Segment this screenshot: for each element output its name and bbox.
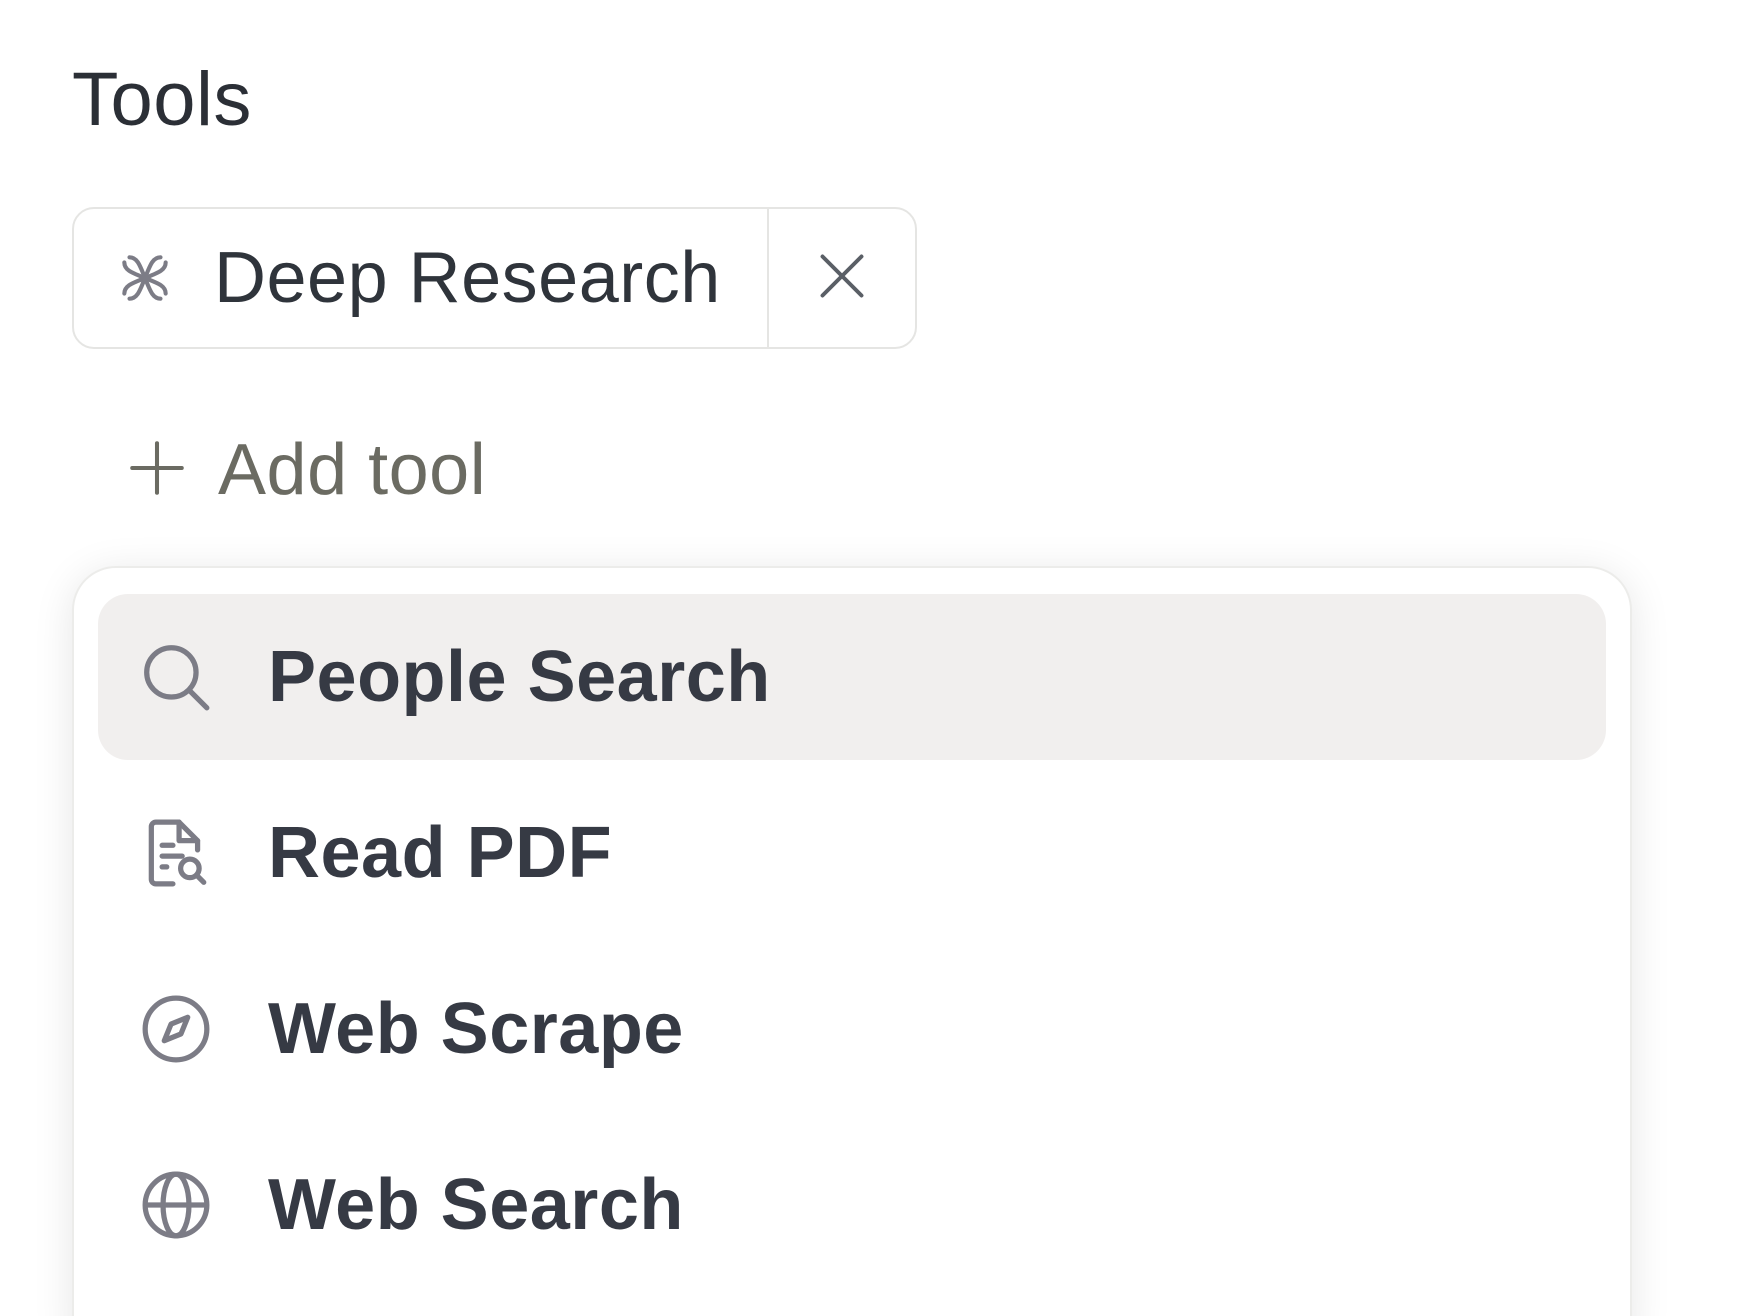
selected-tool-body[interactable]: Deep Research (74, 209, 767, 347)
menu-item-people-search[interactable]: People Search (98, 594, 1606, 760)
add-tool-button[interactable]: Add tool (130, 420, 486, 520)
compass-icon (136, 989, 216, 1069)
menu-item-web-scrape[interactable]: Web Scrape (98, 946, 1606, 1112)
selected-tool-label: Deep Research (214, 238, 721, 318)
search-icon (136, 637, 216, 717)
menu-item-label: Read PDF (268, 813, 613, 893)
selected-tool-chip: Deep Research (72, 207, 917, 349)
remove-tool-button[interactable] (767, 209, 915, 347)
menu-item-label: People Search (268, 637, 771, 717)
tool-dropdown-menu: People Search Read PDF Web Scrape Web Se… (72, 566, 1632, 1316)
menu-item-label: Web Scrape (268, 989, 684, 1069)
close-icon (816, 250, 868, 307)
add-tool-label: Add tool (218, 430, 487, 510)
deep-research-icon (114, 247, 176, 309)
document-search-icon (136, 813, 216, 893)
menu-item-label: Web Search (268, 1165, 684, 1245)
tools-panel: Tools Deep Research Add tool People Sear… (0, 0, 1748, 1316)
section-title: Tools (72, 57, 252, 142)
globe-icon (136, 1165, 216, 1245)
plus-icon (130, 440, 184, 500)
menu-item-read-pdf[interactable]: Read PDF (98, 770, 1606, 936)
menu-item-web-search[interactable]: Web Search (98, 1122, 1606, 1288)
